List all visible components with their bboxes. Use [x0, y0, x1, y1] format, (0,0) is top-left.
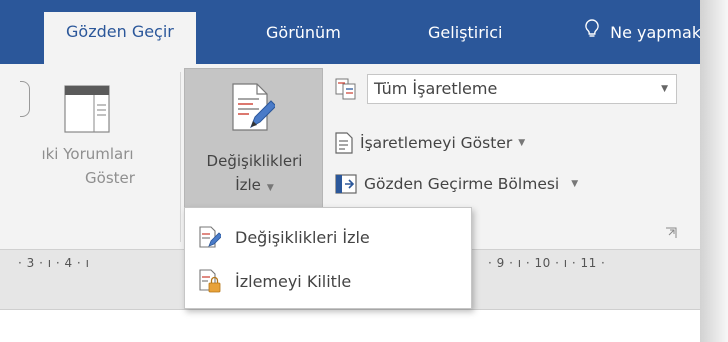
ribbon-tab-bar: Gözden Geçir Görünüm Geliştirici Ne yapm…	[0, 0, 700, 64]
menu-item-track-changes[interactable]: Değişiklikleri İzle	[185, 216, 471, 258]
show-comments-label-line1: ıki Yorumları	[41, 145, 134, 163]
track-changes-label-line2: İzle ▼	[235, 176, 274, 194]
lightbulb-icon	[585, 18, 599, 49]
ruler-left-ticks: · 3 · ı · 4 · ı	[18, 256, 90, 270]
display-for-review-icon	[335, 78, 357, 100]
track-changes-menu: Değişiklikleri İzle İzlemeyi Kilitle	[184, 207, 472, 309]
group-separator	[180, 72, 181, 242]
menu-item-lock-tracking[interactable]: İzlemeyi Kilitle	[185, 260, 471, 302]
dialog-launcher-icon[interactable]	[665, 224, 677, 243]
chevron-down-icon: ▼	[266, 183, 274, 193]
document-page[interactable]	[0, 309, 700, 342]
markup-dropdown-value: Tüm İşaretleme	[374, 79, 498, 98]
show-markup-button[interactable]: İşaretlemeyi Göster ▼	[335, 128, 525, 158]
chevron-down-icon: ▼	[571, 179, 579, 189]
markup-dropdown[interactable]: Tüm İşaretleme ▼	[367, 74, 677, 104]
track-changes-button[interactable]: Değişiklikleri İzle ▼	[184, 68, 323, 208]
chevron-down-icon: ▼	[661, 84, 668, 94]
track-changes-icon	[199, 226, 235, 248]
ruler-right-ticks: · 9 · ı · 10 · ı · 11 ·	[488, 256, 606, 270]
lock-tracking-icon	[199, 269, 235, 293]
show-comments-label-line2: Göster	[85, 169, 135, 187]
tell-me-box[interactable]: Ne yapmak istiyorsunuz	[585, 18, 700, 64]
chevron-down-icon: ▼	[518, 138, 526, 148]
reviewing-pane-label: Gözden Geçirme Bölmesi	[364, 175, 560, 193]
menu-item-track-changes-label: Değişiklikleri İzle	[235, 227, 370, 247]
window-edge-shadow	[700, 0, 728, 342]
reviewing-pane-button[interactable]: Gözden Geçirme Bölmesi ▼	[335, 169, 578, 199]
tell-me-placeholder: Ne yapmak istiyorsunuz	[610, 23, 700, 42]
track-changes-label-line1: Değişiklikleri	[206, 152, 303, 170]
show-markup-icon	[335, 132, 353, 154]
show-markup-label: İşaretlemeyi Göster	[360, 134, 513, 152]
tab-gozden-gecir[interactable]: Gözden Geçir	[44, 12, 196, 64]
tab-gelistirici[interactable]: Geliştirici	[428, 18, 502, 64]
menu-item-lock-tracking-label: İzlemeyi Kilitle	[235, 271, 352, 291]
show-comments-icon	[64, 85, 110, 137]
show-comments-button[interactable]: ıki Yorumları Göster	[0, 74, 175, 192]
reviewing-pane-icon	[335, 174, 357, 194]
tab-gorunum[interactable]: Görünüm	[266, 18, 341, 64]
track-changes-large-icon	[231, 83, 277, 135]
markup-selector-row	[335, 74, 364, 104]
